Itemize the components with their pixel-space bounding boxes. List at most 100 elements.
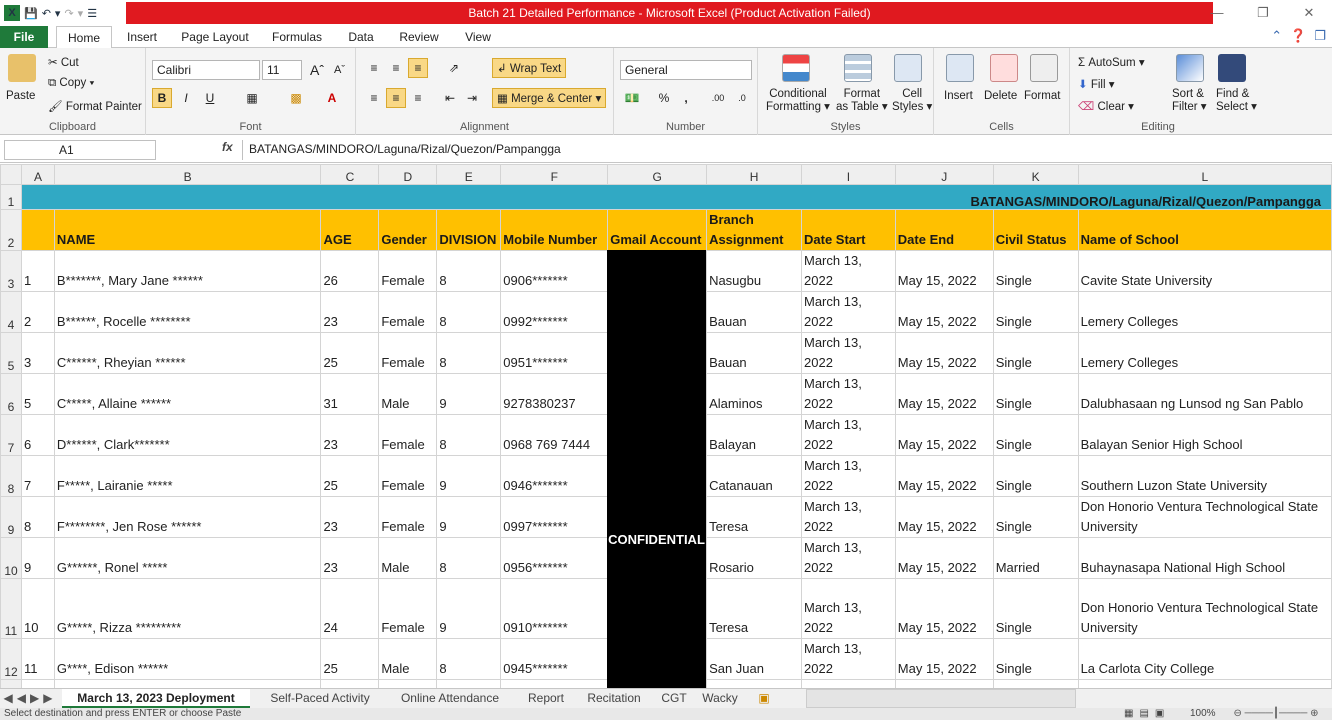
cell-mobile[interactable]: 0945******* [500, 638, 609, 680]
cell-branch[interactable]: Bauan [706, 291, 802, 333]
column-header[interactable]: C [320, 164, 380, 185]
cell-gender[interactable]: Female [378, 250, 438, 292]
cell-number[interactable]: 10 [20, 578, 55, 639]
binoculars-icon[interactable] [1218, 54, 1246, 82]
cell-mobile[interactable]: 0956******* [500, 537, 609, 579]
copy-button[interactable]: ⧉ Copy ▾ [48, 77, 94, 90]
cell-name[interactable]: G******, Ronel ***** [53, 537, 322, 579]
cell-gender[interactable]: Female [378, 332, 438, 374]
cell-number[interactable]: 5 [20, 373, 55, 415]
row-header[interactable]: 2 [0, 209, 22, 251]
cell-gender[interactable]: Female [378, 578, 438, 639]
merge-center-button[interactable]: ▦ Merge & Center ▾ [492, 88, 607, 108]
sheet-tab[interactable]: Recitation [580, 689, 648, 708]
cell-date-start[interactable]: March 13, 2022 [801, 638, 896, 680]
cell-mobile[interactable] [500, 679, 609, 688]
cell-name[interactable]: F********, Jen Rose ****** [53, 496, 322, 538]
cell-number[interactable]: 9 [20, 537, 55, 579]
header-date-end[interactable]: Date End [894, 209, 994, 251]
cell-gender[interactable]: Male [378, 638, 438, 680]
orientation-icon[interactable]: ⇗ [444, 58, 464, 78]
cell-civil-status[interactable]: Single [992, 578, 1079, 639]
column-header[interactable]: B [53, 164, 322, 185]
cell-name[interactable]: G****, Edison ****** [53, 638, 322, 680]
cell-division[interactable] [436, 679, 502, 688]
tab-page-layout[interactable]: Page Layout [176, 26, 254, 48]
cell-division[interactable]: 9 [436, 496, 502, 538]
cell-gender[interactable]: Female [378, 291, 438, 333]
cell-branch[interactable]: Catanauan [706, 455, 802, 497]
format-as-table-button[interactable]: Format as Table ▾ [836, 88, 888, 114]
format-as-table-icon[interactable] [844, 54, 872, 82]
borders-icon[interactable]: ▦ [242, 88, 262, 108]
cell-branch[interactable]: Rosario [706, 537, 802, 579]
cell-date-end[interactable] [894, 679, 994, 688]
column-header[interactable]: E [436, 164, 502, 185]
cell-division[interactable]: 8 [436, 414, 502, 456]
minimize-ribbon-icon[interactable]: ⌃ [1271, 28, 1282, 44]
cell-school[interactable]: Lemery Colleges [1077, 332, 1332, 374]
cell-age[interactable]: 23 [320, 414, 380, 456]
header-gender[interactable]: Gender [378, 209, 438, 251]
format-button[interactable]: Format [1024, 90, 1060, 102]
cell-civil-status[interactable]: Single [992, 455, 1079, 497]
column-header[interactable]: F [500, 164, 609, 185]
cell-number[interactable] [20, 679, 55, 688]
cell-civil-status[interactable] [992, 679, 1079, 688]
sort-filter-icon[interactable] [1176, 54, 1204, 82]
undo-icon[interactable]: ↶ [42, 7, 51, 20]
wrap-text-button[interactable]: ↲ Wrap Text [492, 58, 567, 78]
cell-date-end[interactable]: May 15, 2022 [894, 250, 994, 292]
close-button[interactable]: ✕ [1286, 0, 1332, 26]
cell-civil-status[interactable]: Married [992, 537, 1079, 579]
sheet-tab-active[interactable]: March 13, 2023 Deployment [62, 689, 250, 708]
cell-civil-status[interactable]: Single [992, 332, 1079, 374]
cell-date-end[interactable]: May 15, 2022 [894, 638, 994, 680]
delete-cells-icon[interactable] [990, 54, 1018, 82]
tab-home[interactable]: Home [56, 26, 112, 49]
align-middle-icon[interactable]: ≡ [386, 58, 406, 78]
undo-dropdown-icon[interactable]: ▾ [55, 7, 61, 20]
format-painter-button[interactable]: 🖌 Format Painter [48, 99, 142, 113]
worksheet-grid[interactable]: A B C D E F G H I J K L 1 BATANGAS/MINDO… [0, 164, 1332, 688]
column-header[interactable]: J [894, 164, 994, 185]
underline-button[interactable]: U [200, 88, 220, 108]
cell-gender[interactable]: Male [378, 537, 438, 579]
paste-button[interactable]: Paste [6, 90, 35, 102]
row-header[interactable]: 9 [0, 496, 22, 538]
cell-school[interactable]: Buhaynasapa National High School [1077, 537, 1332, 579]
cell-mobile[interactable]: 9278380237 [500, 373, 609, 415]
delete-button[interactable]: Delete [984, 90, 1017, 102]
sheet-tab[interactable]: Wacky [698, 689, 742, 708]
sheet-nav-arrows-icon[interactable]: ◀◀▶▶ [2, 689, 58, 708]
column-header[interactable]: K [992, 164, 1079, 185]
increase-decimal-icon[interactable]: .00 [708, 88, 728, 108]
percent-button[interactable]: % [654, 88, 674, 108]
cell-gender[interactable] [378, 679, 438, 688]
cell-name[interactable]: D******, Clark******* [53, 414, 322, 456]
cell-branch[interactable]: Teresa [706, 496, 802, 538]
tab-insert[interactable]: Insert [120, 26, 164, 48]
restore-button[interactable]: ❐ [1240, 0, 1286, 26]
cell-age[interactable]: 31 [320, 373, 380, 415]
cell-gender[interactable]: Male [378, 373, 438, 415]
row-header[interactable]: 10 [0, 537, 22, 579]
help-icon[interactable]: ❓ [1290, 28, 1306, 44]
decrease-decimal-icon[interactable]: .0 [732, 88, 752, 108]
cell-division[interactable]: 9 [436, 373, 502, 415]
cell-name[interactable]: C*****, Allaine ****** [53, 373, 322, 415]
cell-age[interactable]: 24 [320, 578, 380, 639]
cell-date-start[interactable]: March 13, [801, 679, 896, 688]
cell-civil-status[interactable]: Single [992, 414, 1079, 456]
row-header[interactable]: 7 [0, 414, 22, 456]
cell-school[interactable] [1077, 679, 1332, 688]
cell-branch[interactable]: Bauan [706, 332, 802, 374]
bold-button[interactable]: B [152, 88, 172, 108]
cell-styles-button[interactable]: Cell Styles ▾ [892, 88, 932, 114]
align-left-icon[interactable]: ≡ [364, 88, 384, 108]
tab-data[interactable]: Data [342, 26, 380, 48]
cell-age[interactable]: 25 [320, 638, 380, 680]
autosum-button[interactable]: Σ AutoSum ▾ [1078, 55, 1145, 69]
redo-dropdown-icon[interactable]: ▾ [78, 7, 84, 20]
cell-school[interactable]: La Carlota City College [1077, 638, 1332, 680]
